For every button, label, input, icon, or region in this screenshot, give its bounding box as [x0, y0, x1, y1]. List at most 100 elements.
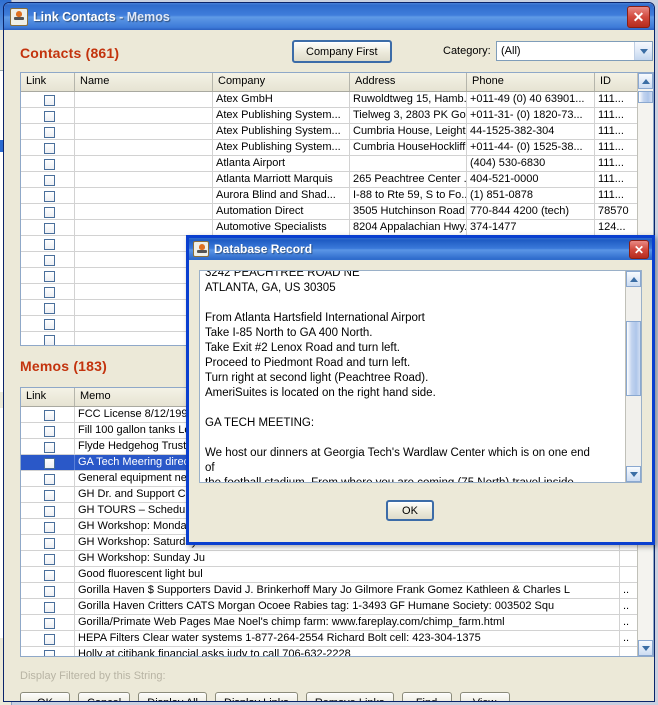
scroll-up-icon[interactable]	[638, 73, 653, 89]
table-row[interactable]: Automotive Specialists 8204 Appalachian H…	[21, 220, 653, 236]
contacts-cell-link[interactable]	[21, 220, 75, 235]
contacts-column-header[interactable]: Link	[21, 73, 75, 91]
list-item[interactable]: Good fluorescent light bul	[21, 567, 653, 583]
contacts-cell-link[interactable]	[21, 300, 75, 315]
footer-button-ok[interactable]: OK	[20, 692, 70, 701]
link-checkbox[interactable]	[43, 617, 55, 629]
link-checkbox[interactable]	[43, 569, 55, 581]
memos-cell-link[interactable]	[21, 567, 75, 582]
contacts-cell-link[interactable]	[21, 332, 75, 345]
memos-cell-link[interactable]	[21, 487, 75, 502]
link-checkbox[interactable]	[43, 601, 55, 613]
table-row[interactable]: Atlanta Marriott Marquis 265 Peachtree Ce…	[21, 172, 653, 188]
table-row[interactable]: Automation Direct 3505 Hutchinson Road,..…	[21, 204, 653, 220]
memos-cell-link[interactable]	[21, 407, 75, 422]
memos-cell-link[interactable]	[21, 503, 75, 518]
memos-cell-link[interactable]	[21, 631, 75, 646]
link-checkbox[interactable]	[43, 521, 55, 533]
chevron-down-icon[interactable]	[634, 42, 652, 60]
memos-cell-link[interactable]	[21, 615, 75, 630]
contacts-column-header[interactable]: Company	[213, 73, 350, 91]
contacts-cell-link[interactable]	[21, 316, 75, 331]
category-select[interactable]: (All)	[496, 41, 653, 61]
scroll-up-icon[interactable]	[626, 271, 641, 287]
footer-button-view[interactable]: View	[459, 692, 510, 701]
contacts-cell-link[interactable]	[21, 252, 75, 267]
record-vertical-scrollbar[interactable]	[625, 271, 641, 482]
contacts-cell-link[interactable]	[21, 108, 75, 123]
link-checkbox[interactable]	[43, 473, 55, 485]
list-item[interactable]: HEPA Filters Clear water systems 1-877-2…	[21, 631, 653, 647]
link-checkbox[interactable]	[43, 94, 55, 106]
memos-cell-link[interactable]	[21, 647, 75, 656]
list-item[interactable]: Gorilla Haven Critters CATS Morgan Ocoee…	[21, 599, 653, 615]
list-item[interactable]: Gorilla/Primate Web Pages Mae Noel's chi…	[21, 615, 653, 631]
contacts-cell-link[interactable]	[21, 156, 75, 171]
contacts-column-header[interactable]: Phone	[467, 73, 595, 91]
list-item[interactable]: Holly at citibank financial asks judy to…	[21, 647, 653, 656]
contacts-cell-link[interactable]	[21, 172, 75, 187]
link-checkbox[interactable]	[43, 286, 55, 298]
table-row[interactable]: Atex Publishing System... Cumbria HouseHo…	[21, 140, 653, 156]
contacts-scroll-thumb[interactable]	[638, 91, 653, 103]
link-checkbox[interactable]	[43, 425, 55, 437]
link-checkbox[interactable]	[43, 457, 55, 469]
link-checkbox[interactable]	[43, 553, 55, 565]
footer-button-find[interactable]: Find	[401, 692, 452, 701]
contacts-cell-link[interactable]	[21, 268, 75, 283]
link-checkbox[interactable]	[43, 254, 55, 266]
link-checkbox[interactable]	[43, 649, 55, 656]
contacts-cell-link[interactable]	[21, 284, 75, 299]
memos-cell-link[interactable]	[21, 551, 75, 566]
memos-cell-link[interactable]	[21, 455, 75, 470]
footer-button-display-links[interactable]: Display Links	[215, 692, 298, 701]
memos-cell-link[interactable]	[21, 439, 75, 454]
scroll-down-icon[interactable]	[638, 640, 653, 656]
table-row[interactable]: Atex Publishing System... Cumbria House, …	[21, 124, 653, 140]
footer-button-remove-links[interactable]: Remove Links	[305, 692, 394, 701]
contacts-column-header[interactable]: Name	[75, 73, 213, 91]
link-checkbox[interactable]	[43, 238, 55, 250]
contacts-cell-link[interactable]	[21, 140, 75, 155]
dialog-ok-button[interactable]: OK	[386, 500, 434, 521]
link-checkbox[interactable]	[43, 441, 55, 453]
link-checkbox[interactable]	[43, 126, 55, 138]
table-row[interactable]: Atex Publishing System... Tielweg 3, 2803…	[21, 108, 653, 124]
contacts-cell-link[interactable]	[21, 124, 75, 139]
contacts-cell-link[interactable]	[21, 236, 75, 251]
list-item[interactable]: GH Workshop: Sunday Ju	[21, 551, 653, 567]
close-icon[interactable]: ✕	[627, 6, 650, 28]
memos-column-header[interactable]: Link	[21, 388, 75, 406]
memos-cell-link[interactable]	[21, 599, 75, 614]
contacts-cell-link[interactable]	[21, 204, 75, 219]
contacts-cell-link[interactable]	[21, 92, 75, 107]
memos-cell-link[interactable]	[21, 423, 75, 438]
footer-button-cancel[interactable]: Cancel	[78, 692, 131, 701]
dialog-titlebar[interactable]: Database Record ✕	[189, 238, 652, 260]
link-checkbox[interactable]	[43, 334, 55, 345]
table-row[interactable]: Atex GmbH Ruwoldtweg 15, Hamb... +011-49 (…	[21, 92, 653, 108]
link-checkbox[interactable]	[43, 585, 55, 597]
link-checkbox[interactable]	[43, 222, 55, 234]
window-titlebar[interactable]: Link Contacts - Memos ✕	[4, 3, 654, 30]
memos-cell-link[interactable]	[21, 519, 75, 534]
link-checkbox[interactable]	[43, 190, 55, 202]
link-checkbox[interactable]	[43, 270, 55, 282]
list-item[interactable]: Gorilla Haven $ Supporters David J. Brin…	[21, 583, 653, 599]
table-row[interactable]: Atlanta Airport (404) 530-6830 111...	[21, 156, 653, 172]
scroll-down-icon[interactable]	[626, 466, 641, 482]
link-checkbox[interactable]	[43, 206, 55, 218]
dialog-close-icon[interactable]: ✕	[629, 240, 649, 259]
link-checkbox[interactable]	[43, 142, 55, 154]
contacts-column-header[interactable]: ID	[595, 73, 643, 91]
company-first-button[interactable]: Company First	[292, 40, 392, 63]
footer-button-display-all[interactable]: Display All	[138, 692, 207, 701]
memos-cell-link[interactable]	[21, 535, 75, 550]
link-checkbox[interactable]	[43, 110, 55, 122]
link-checkbox[interactable]	[43, 633, 55, 645]
link-checkbox[interactable]	[43, 537, 55, 549]
link-checkbox[interactable]	[43, 318, 55, 330]
table-row[interactable]: Aurora Blind and Shad... I-88 to Rte 59, …	[21, 188, 653, 204]
link-checkbox[interactable]	[43, 505, 55, 517]
memos-cell-link[interactable]	[21, 583, 75, 598]
